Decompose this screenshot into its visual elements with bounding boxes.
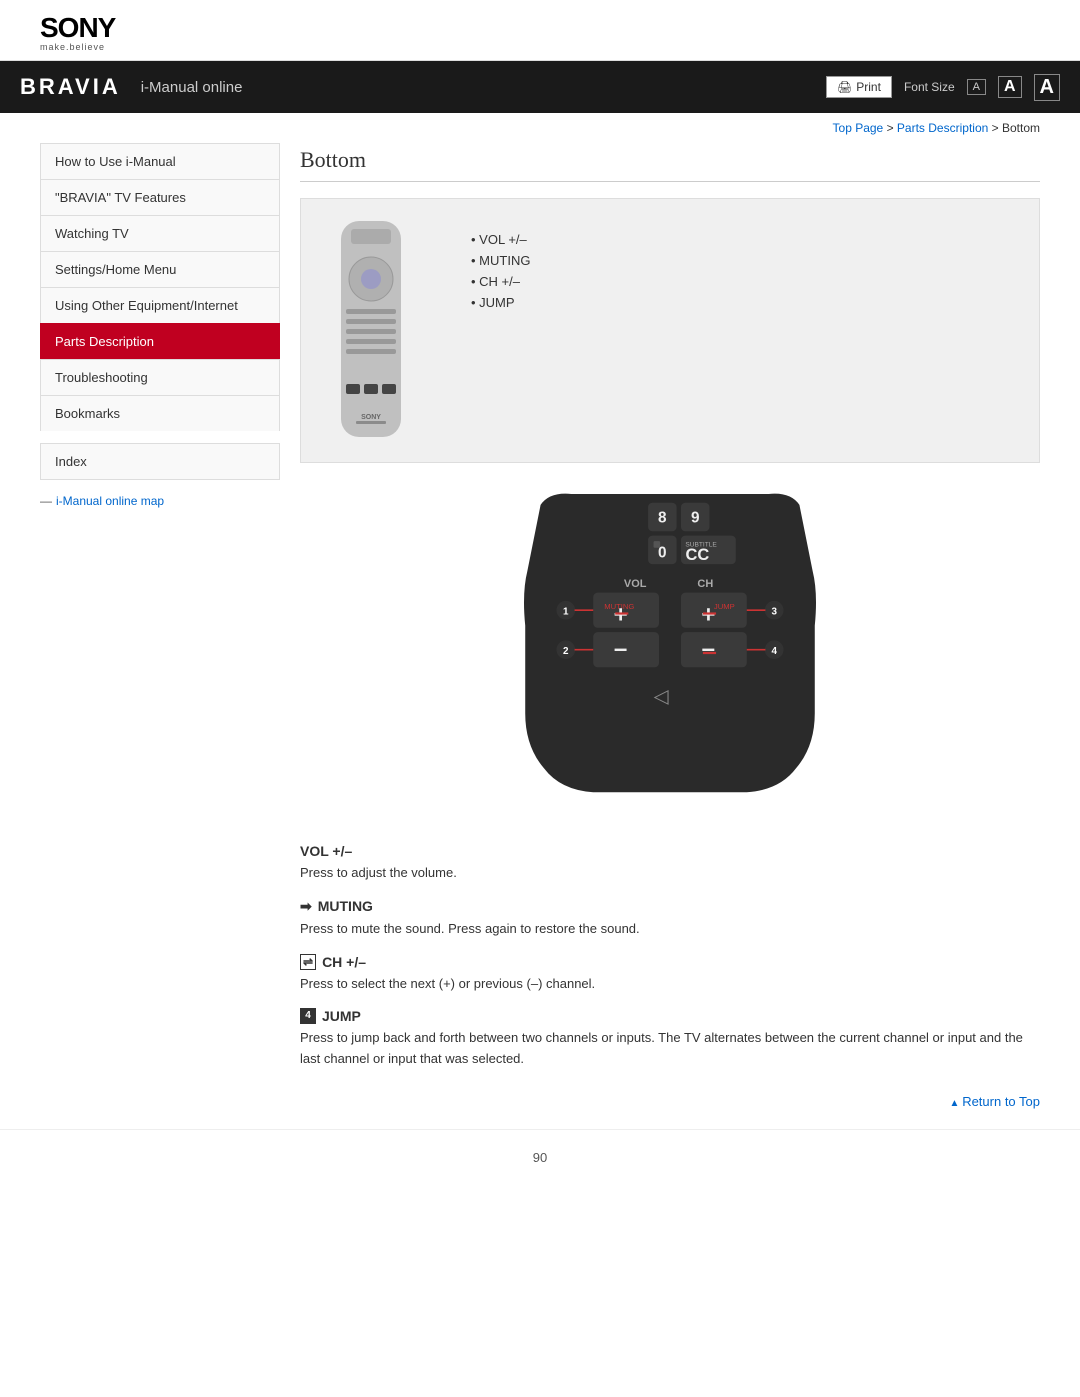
desc-jump-body: Press to jump back and forth between two… [300,1028,1040,1070]
font-large-button[interactable]: A [1034,74,1060,101]
font-medium-button[interactable]: A [998,76,1022,98]
breadcrumb-current: Bottom [1002,121,1040,135]
sidebar-item-using-other[interactable]: Using Other Equipment/Internet [40,287,280,323]
feature-bullet-list: VOL +/– MUTING CH +/– JUMP [471,229,530,313]
nav-title: i-Manual online [141,79,243,96]
sidebar-item-troubleshooting[interactable]: Troubleshooting [40,359,280,395]
return-to-top-link[interactable]: Return to Top [950,1094,1041,1109]
print-button[interactable]: 🖨 Print [826,76,892,98]
ch-icon: ⇌ [300,954,316,970]
font-small-button[interactable]: A [967,79,986,95]
svg-text:JUMP: JUMP [714,602,735,611]
desc-ch-body: Press to select the next (+) or previous… [300,974,1040,995]
nav-bar: BRAVIA i-Manual online 🖨 Print Font Size… [0,61,1080,113]
sidebar-map-link[interactable]: i-Manual online map [40,494,280,508]
remote-overview: SONY VOL +/– MUTING CH +/– JUMP [300,198,1040,463]
sidebar-item-bookmarks[interactable]: Bookmarks [40,395,280,431]
remote-illustration: SONY [321,219,441,442]
bravia-logo: BRAVIA [20,74,121,100]
desc-vol-body: Press to adjust the volume. [300,863,1040,884]
breadcrumb-parts[interactable]: Parts Description [897,121,988,135]
svg-text:3: 3 [771,607,777,618]
svg-text:2: 2 [563,646,569,657]
svg-text:CH: CH [697,578,713,590]
sidebar-item-bravia-features[interactable]: "BRAVIA" TV Features [40,179,280,215]
desc-vol-title: VOL +/– [300,843,1040,859]
svg-text:–: – [702,635,715,662]
page-number: 90 [533,1150,547,1165]
desc-muting-body: Press to mute the sound. Press again to … [300,919,1040,940]
bullet-muting: MUTING [471,250,530,271]
svg-text:9: 9 [691,509,700,526]
svg-text:1: 1 [563,607,569,618]
sidebar-item-how-to-use[interactable]: How to Use i-Manual [40,143,280,179]
sony-logo: SONY make.believe [40,12,1040,52]
svg-text:4: 4 [771,646,777,657]
svg-text:VOL: VOL [624,578,647,590]
breadcrumb: Top Page > Parts Description > Bottom [0,113,1080,143]
desc-jump-title: 4 JUMP [300,1008,1040,1024]
sidebar: How to Use i-Manual "BRAVIA" TV Features… [40,143,280,1084]
content-area: Bottom [300,143,1040,1084]
sidebar-item-index[interactable]: Index [40,443,280,480]
svg-text:+: + [614,601,628,628]
sidebar-item-watching-tv[interactable]: Watching TV [40,215,280,251]
jump-num-icon: 4 [300,1008,316,1024]
svg-text:–: – [614,635,627,662]
bottom-diagram-svg: 8 9 SUBTITLE CC 0 VOL CH MUTING + [460,483,880,823]
svg-text:0: 0 [658,545,667,562]
desc-vol: VOL +/– Press to adjust the volume. [300,843,1040,884]
sidebar-item-parts-description[interactable]: Parts Description [40,323,280,359]
main-layout: How to Use i-Manual "BRAVIA" TV Features… [0,143,1080,1084]
desc-ch: ⇌ CH +/– Press to select the next (+) or… [300,954,1040,995]
bullet-vol: VOL +/– [471,229,530,250]
svg-text:+: + [701,601,715,628]
remote-svg: SONY [321,219,421,439]
return-to-top[interactable]: Return to Top [0,1084,1080,1109]
desc-ch-title: ⇌ CH +/– [300,954,1040,970]
muting-arrow-icon: ➡ [300,898,312,915]
font-size-label: Font Size [904,80,955,94]
bullet-ch: CH +/– [471,271,530,292]
svg-text:8: 8 [658,509,667,526]
page-title: Bottom [300,147,1040,182]
desc-muting: ➡ MUTING Press to mute the sound. Press … [300,898,1040,940]
footer: 90 [0,1129,1080,1185]
breadcrumb-top[interactable]: Top Page [833,121,884,135]
bullet-jump: JUMP [471,292,530,313]
svg-text:◁: ◁ [654,685,670,707]
diagram-section: 8 9 SUBTITLE CC 0 VOL CH MUTING + [300,483,1040,823]
svg-text:SONY: SONY [361,414,381,421]
print-icon: 🖨 [837,80,852,94]
desc-muting-title: ➡ MUTING [300,898,1040,915]
svg-text:CC: CC [686,546,710,564]
desc-jump: 4 JUMP Press to jump back and forth betw… [300,1008,1040,1070]
header: SONY make.believe [0,0,1080,61]
sidebar-item-settings-home[interactable]: Settings/Home Menu [40,251,280,287]
